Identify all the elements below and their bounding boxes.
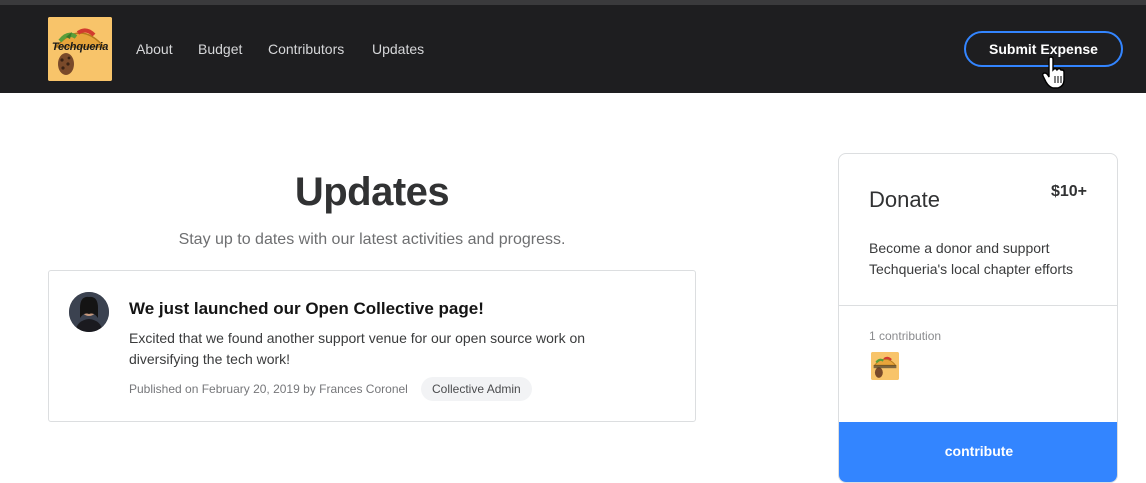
nav-link-budget[interactable]: Budget	[198, 41, 242, 57]
contributions-count: 1 contribution	[869, 329, 942, 343]
top-navbar: Techqueria About Budget Contributors Upd…	[0, 5, 1146, 93]
update-title[interactable]: We just launched our Open Collective pag…	[129, 299, 484, 319]
author-avatar[interactable]	[69, 292, 109, 332]
logo-text: Techqueria	[51, 41, 109, 53]
contribute-button[interactable]: contribute	[839, 422, 1117, 482]
donate-title: Donate	[869, 187, 940, 212]
update-body: Excited that we found another support ve…	[129, 330, 586, 367]
author-portrait-icon	[69, 292, 109, 332]
update-meta: Published on February 20, 2019 by France…	[129, 382, 408, 396]
update-card: We just launched our Open Collective pag…	[48, 270, 696, 422]
nav-link-about[interactable]: About	[136, 41, 173, 57]
donate-amount: $10+	[1050, 183, 1087, 200]
taco-icon	[871, 352, 899, 380]
donate-card: Donate $10+ Become a donor and support T…	[838, 153, 1118, 483]
role-badge: Collective Admin	[421, 377, 532, 401]
techqueria-logo[interactable]: Techqueria	[48, 17, 112, 81]
nav-link-updates[interactable]: Updates	[372, 41, 424, 57]
contributor-avatar[interactable]	[871, 352, 899, 380]
hand-pointer-cursor-icon	[1042, 56, 1065, 89]
page-title: Updates	[294, 170, 450, 214]
divider	[839, 305, 1117, 306]
page-subtitle: Stay up to dates with our latest activit…	[178, 231, 566, 248]
nav-link-contributors[interactable]: Contributors	[268, 41, 344, 57]
donate-description: Become a donor and support Techqueria's …	[869, 240, 1073, 277]
